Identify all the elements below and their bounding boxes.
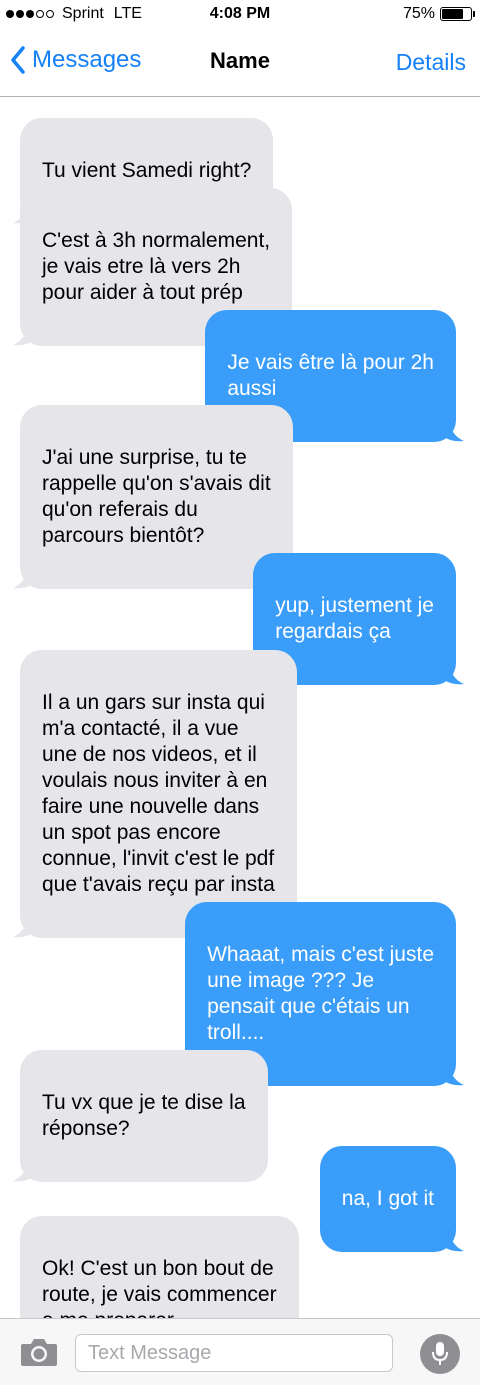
- message-text: yup, justement je regardais ça: [275, 594, 434, 643]
- microphone-icon: [432, 1342, 448, 1365]
- message-text: Whaaat, mais c'est juste une image ??? J…: [207, 943, 434, 1044]
- bubble-tail: [13, 1160, 34, 1182]
- message-text-input[interactable]: [75, 1334, 393, 1372]
- navigation-bar: Messages Name Details: [0, 30, 480, 97]
- battery-percentage: 75%: [402, 5, 435, 22]
- bubble-tail: [443, 1230, 464, 1252]
- message-text: Tu vient Samedi right?: [42, 159, 252, 182]
- battery-icon: [440, 7, 475, 21]
- bubble-tail: [443, 663, 464, 685]
- camera-button[interactable]: [20, 1337, 58, 1367]
- message-bubble-sent: na, I got it: [319, 1146, 464, 1252]
- bubble-tail: [443, 1064, 464, 1086]
- message-text: Tu vx que je te dise la réponse?: [42, 1091, 246, 1140]
- bubble-tail: [13, 916, 34, 938]
- message-text: Il a un gars sur insta qui m'a contacté,…: [42, 691, 275, 896]
- microphone-button[interactable]: [420, 1334, 460, 1374]
- message-bubble-received: J'ai une surprise, tu te rappelle qu'on …: [13, 405, 293, 589]
- bubble-tail: [13, 567, 34, 589]
- bubble-tail: [13, 324, 34, 346]
- message-text: Je vais être là pour 2h aussi: [227, 351, 434, 400]
- message-input-bar: [0, 1318, 480, 1385]
- details-button[interactable]: Details: [396, 49, 466, 76]
- status-right: 75%: [402, 5, 475, 23]
- status-bar: Sprint LTE 4:08 PM 75%: [0, 0, 480, 30]
- message-text: na, I got it: [341, 1187, 434, 1210]
- message-text: J'ai une surprise, tu te rappelle qu'on …: [42, 446, 271, 547]
- message-bubble-received: Tu vx que je te dise la réponse?: [13, 1050, 268, 1182]
- message-bubble-received: Il a un gars sur insta qui m'a contacté,…: [13, 650, 297, 938]
- camera-icon: [21, 1339, 57, 1366]
- battery-fill: [442, 9, 463, 19]
- message-text: C'est à 3h normalement, je vais etre là …: [42, 229, 271, 304]
- bubble-tail: [443, 420, 464, 442]
